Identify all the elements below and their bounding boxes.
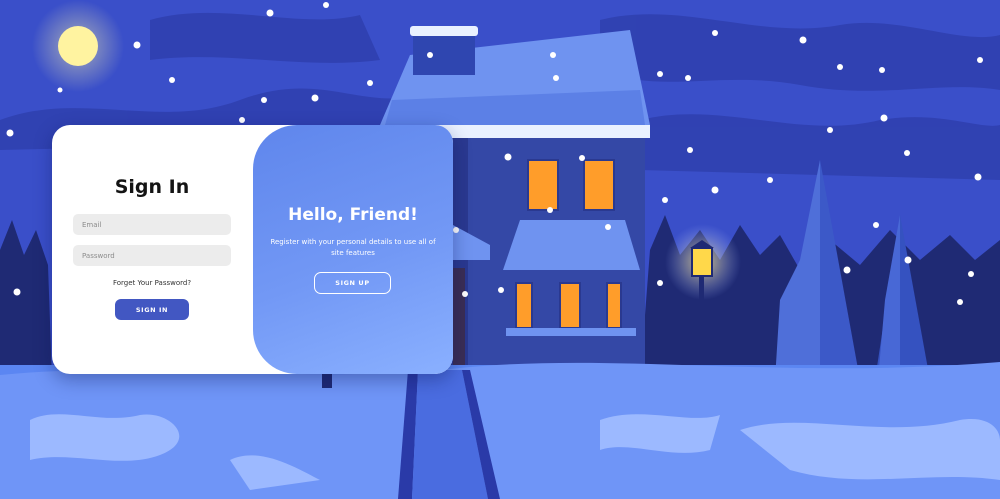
password-field[interactable]	[73, 245, 231, 266]
sign-in-panel: Sign In Forget Your Password? SIGN IN	[52, 125, 252, 374]
sign-in-title: Sign In	[114, 176, 190, 198]
sign-up-button[interactable]: SIGN UP	[314, 272, 391, 294]
auth-card: Sign In Forget Your Password? SIGN IN He…	[52, 125, 453, 374]
toggle-description: Register with your personal details to u…	[270, 238, 436, 257]
forgot-password-link[interactable]: Forget Your Password?	[52, 279, 252, 287]
sign-in-button[interactable]: SIGN IN	[115, 299, 189, 320]
toggle-title: Hello, Friend!	[288, 205, 418, 225]
email-field[interactable]	[73, 214, 231, 235]
moon	[32, 0, 124, 92]
register-toggle-panel: Hello, Friend! Register with your person…	[253, 125, 453, 374]
